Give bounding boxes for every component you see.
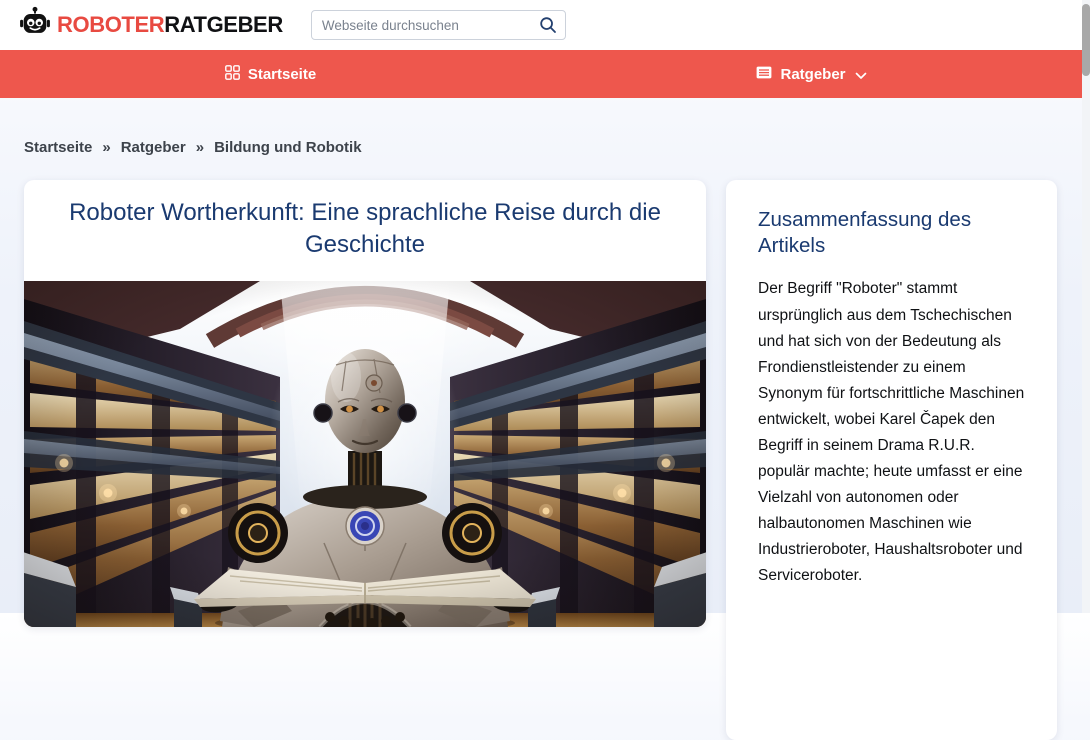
scrollbar-thumb[interactable] [1082,4,1090,76]
breadcrumb-item-startseite[interactable]: Startseite [24,140,92,156]
article-title: Roboter Wortherkunft: Eine sprachliche R… [66,197,664,261]
document-icon [756,66,772,83]
breadcrumb-separator: » [196,140,204,156]
brand-name: ROBOTERRATGEBER [57,14,283,36]
breadcrumb: Startseite » Ratgeber » Bildung und Robo… [24,140,1082,156]
page: ROBOTERRATGEBER [0,0,1082,740]
chevron-down-icon [855,67,867,84]
nav-item-label: Startseite [248,66,316,83]
main-nav: Startseite Ratgeber [0,50,1082,98]
breadcrumb-separator: » [102,140,110,156]
summary-title: Zusammenfassung des Artikels [758,207,1025,259]
article-card: Roboter Wortherkunft: Eine sprachliche R… [24,180,706,627]
brand-name-secondary: RATGEBER [164,12,283,37]
nav-column-left: Startseite [0,50,541,98]
nav-item-label: Ratgeber [780,66,845,83]
robot-icon [18,6,52,45]
breadcrumb-item-ratgeber[interactable]: Ratgeber [121,140,186,156]
nav-column-right: Ratgeber [541,50,1082,98]
summary-text: Der Begriff "Roboter" stammt ursprünglic… [758,276,1025,588]
scrollbar-track[interactable] [1082,0,1090,613]
nav-item-startseite[interactable]: Startseite [225,65,316,84]
site-header: ROBOTERRATGEBER [0,0,1082,50]
site-search [311,10,566,40]
article-hero-image [24,281,706,627]
nav-item-ratgeber[interactable]: Ratgeber [756,65,866,84]
search-input[interactable] [311,10,566,40]
grid-icon [225,65,240,84]
brand-logo[interactable]: ROBOTERRATGEBER [18,6,283,45]
magnifier-icon[interactable] [539,16,557,39]
summary-card: Zusammenfassung des Artikels Der Begriff… [726,180,1057,740]
breadcrumb-item-current: Bildung und Robotik [214,140,361,156]
brand-name-primary: ROBOTER [57,12,164,37]
content-area: Roboter Wortherkunft: Eine sprachliche R… [0,180,1082,740]
